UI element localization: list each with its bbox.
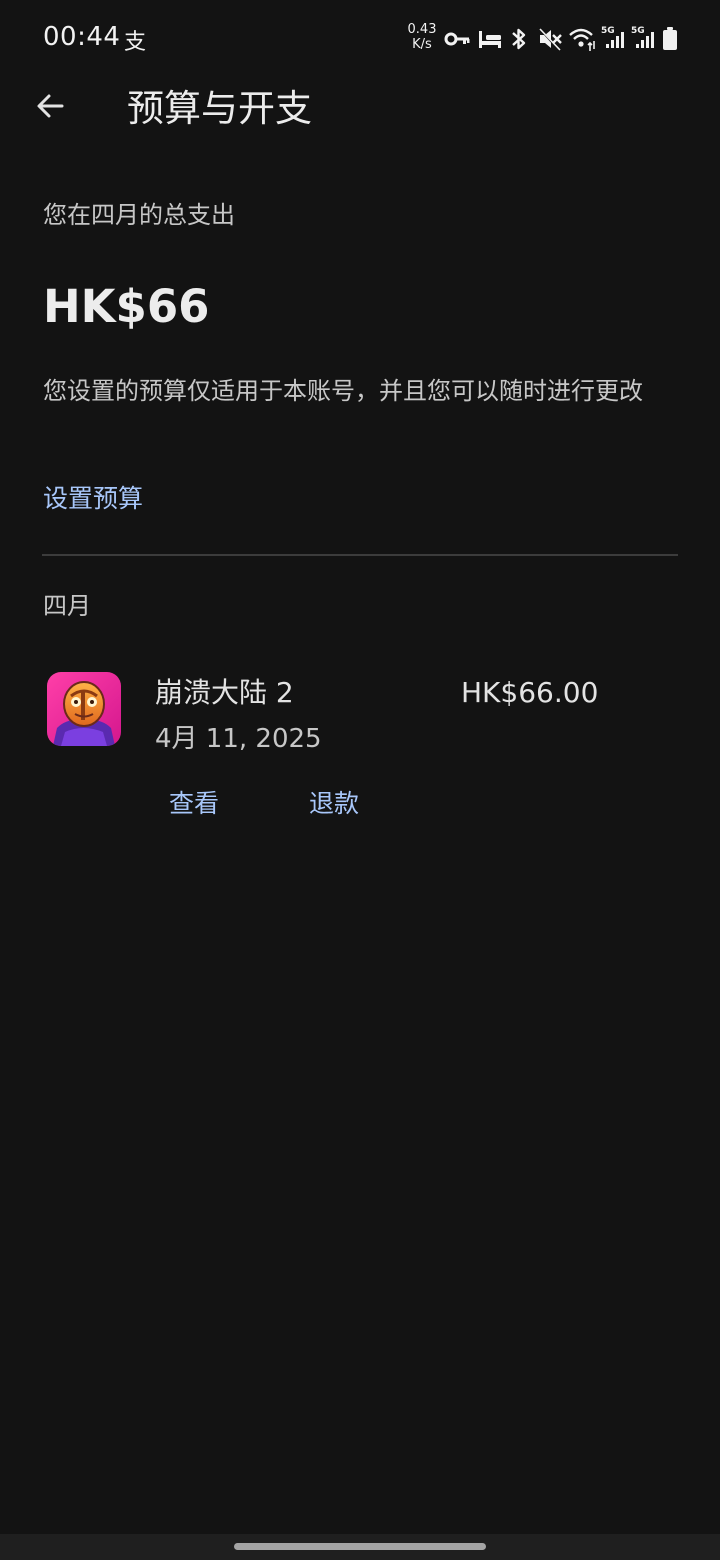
mute-icon	[537, 26, 563, 56]
bluetooth-icon	[508, 26, 530, 56]
signal-5g-label: 5G	[631, 26, 645, 36]
budget-note: 您设置的预算仅适用于本账号，并且您可以随时进行更改	[43, 377, 643, 405]
refund-button[interactable]: 退款	[309, 785, 359, 823]
set-budget-button[interactable]: 设置预算	[43, 480, 143, 518]
status-bar: 00:44 支 0.43 K/s 5G 5G	[0, 0, 720, 78]
network-speed-unit: K/s	[412, 37, 432, 52]
purchase-price: HK$66.00	[461, 676, 599, 709]
total-spending-amount: HK$66	[43, 280, 210, 333]
signal-5g-icon: 5G	[600, 24, 628, 54]
system-nav-bar	[0, 1534, 720, 1560]
bed-icon	[477, 26, 503, 56]
alipay-notification-icon: 支	[124, 30, 147, 55]
network-speed: 0.43 K/s	[404, 22, 440, 52]
key-icon	[444, 26, 470, 56]
battery-icon	[661, 27, 679, 55]
transaction-row: 崩溃大陆 2 4月 11, 2025 HK$66.00 查看 退款	[0, 660, 720, 840]
signal-5g-label: 5G	[601, 26, 615, 36]
total-spending-label: 您在四月的总支出	[43, 201, 235, 229]
arrow-back-icon	[34, 90, 66, 126]
app-icon[interactable]	[47, 672, 121, 746]
home-gesture-handle[interactable]	[234, 1543, 486, 1550]
purchase-date: 4月 11, 2025	[155, 724, 322, 754]
signal-5g-icon: 5G	[630, 24, 658, 54]
back-button[interactable]	[26, 84, 74, 132]
month-header: 四月	[43, 592, 91, 620]
wifi-icon	[568, 26, 596, 56]
app-name: 崩溃大陆 2	[155, 676, 294, 709]
page-title: 预算与开支	[127, 87, 312, 130]
divider	[42, 554, 678, 556]
status-time: 00:44	[43, 22, 121, 52]
network-speed-value: 0.43	[407, 22, 437, 37]
view-button[interactable]: 查看	[169, 785, 219, 823]
